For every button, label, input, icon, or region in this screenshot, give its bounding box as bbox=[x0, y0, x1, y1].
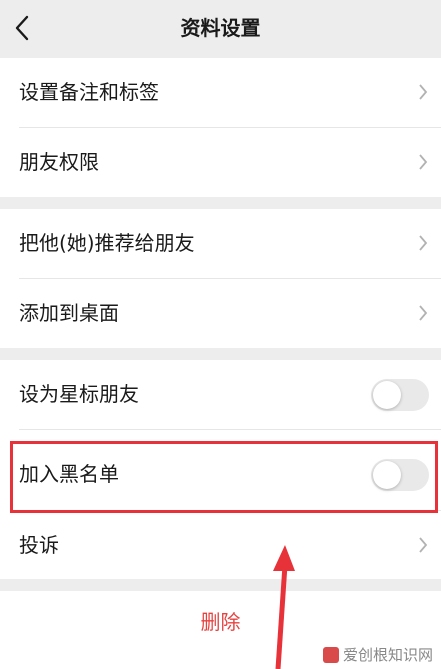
page-title: 资料设置 bbox=[180, 16, 261, 40]
row-label: 投诉 bbox=[19, 533, 59, 557]
chevron-right-icon bbox=[419, 537, 428, 553]
row-set-remark-and-tags[interactable]: 设置备注和标签 bbox=[0, 58, 441, 127]
settings-group-1: 设置备注和标签 朋友权限 bbox=[0, 58, 441, 197]
chevron-right-icon bbox=[419, 235, 428, 251]
chevron-right-icon bbox=[419, 84, 428, 100]
divider bbox=[19, 429, 441, 430]
row-label: 设置备注和标签 bbox=[19, 80, 159, 104]
watermark: 爱创根知识网 bbox=[322, 644, 433, 665]
chevron-right-icon bbox=[419, 305, 428, 321]
watermark-logo-icon bbox=[322, 646, 339, 663]
row-label: 添加到桌面 bbox=[19, 301, 119, 325]
delete-button[interactable]: 删除 bbox=[0, 608, 441, 636]
watermark-text: 爱创根知识网 bbox=[342, 646, 433, 664]
row-complain[interactable]: 投诉 bbox=[0, 511, 441, 580]
row-label: 朋友权限 bbox=[19, 150, 99, 174]
nav-bar: 资料设置 bbox=[0, 0, 441, 58]
chevron-right-icon bbox=[419, 154, 428, 170]
row-recommend-to-friend[interactable]: 把他(她)推荐给朋友 bbox=[0, 209, 441, 278]
row-add-to-desktop[interactable]: 添加到桌面 bbox=[0, 279, 441, 348]
settings-group-2: 把他(她)推荐给朋友 添加到桌面 bbox=[0, 209, 441, 348]
star-friend-toggle[interactable] bbox=[371, 379, 429, 411]
row-label: 把他(她)推荐给朋友 bbox=[19, 231, 195, 255]
highlight-box bbox=[10, 441, 438, 513]
toggle-knob bbox=[373, 381, 401, 409]
annotation-arrow-icon bbox=[273, 545, 295, 669]
row-star-friend: 设为星标朋友 bbox=[0, 360, 441, 429]
row-label: 设为星标朋友 bbox=[19, 382, 139, 406]
row-friend-permissions[interactable]: 朋友权限 bbox=[0, 128, 441, 197]
